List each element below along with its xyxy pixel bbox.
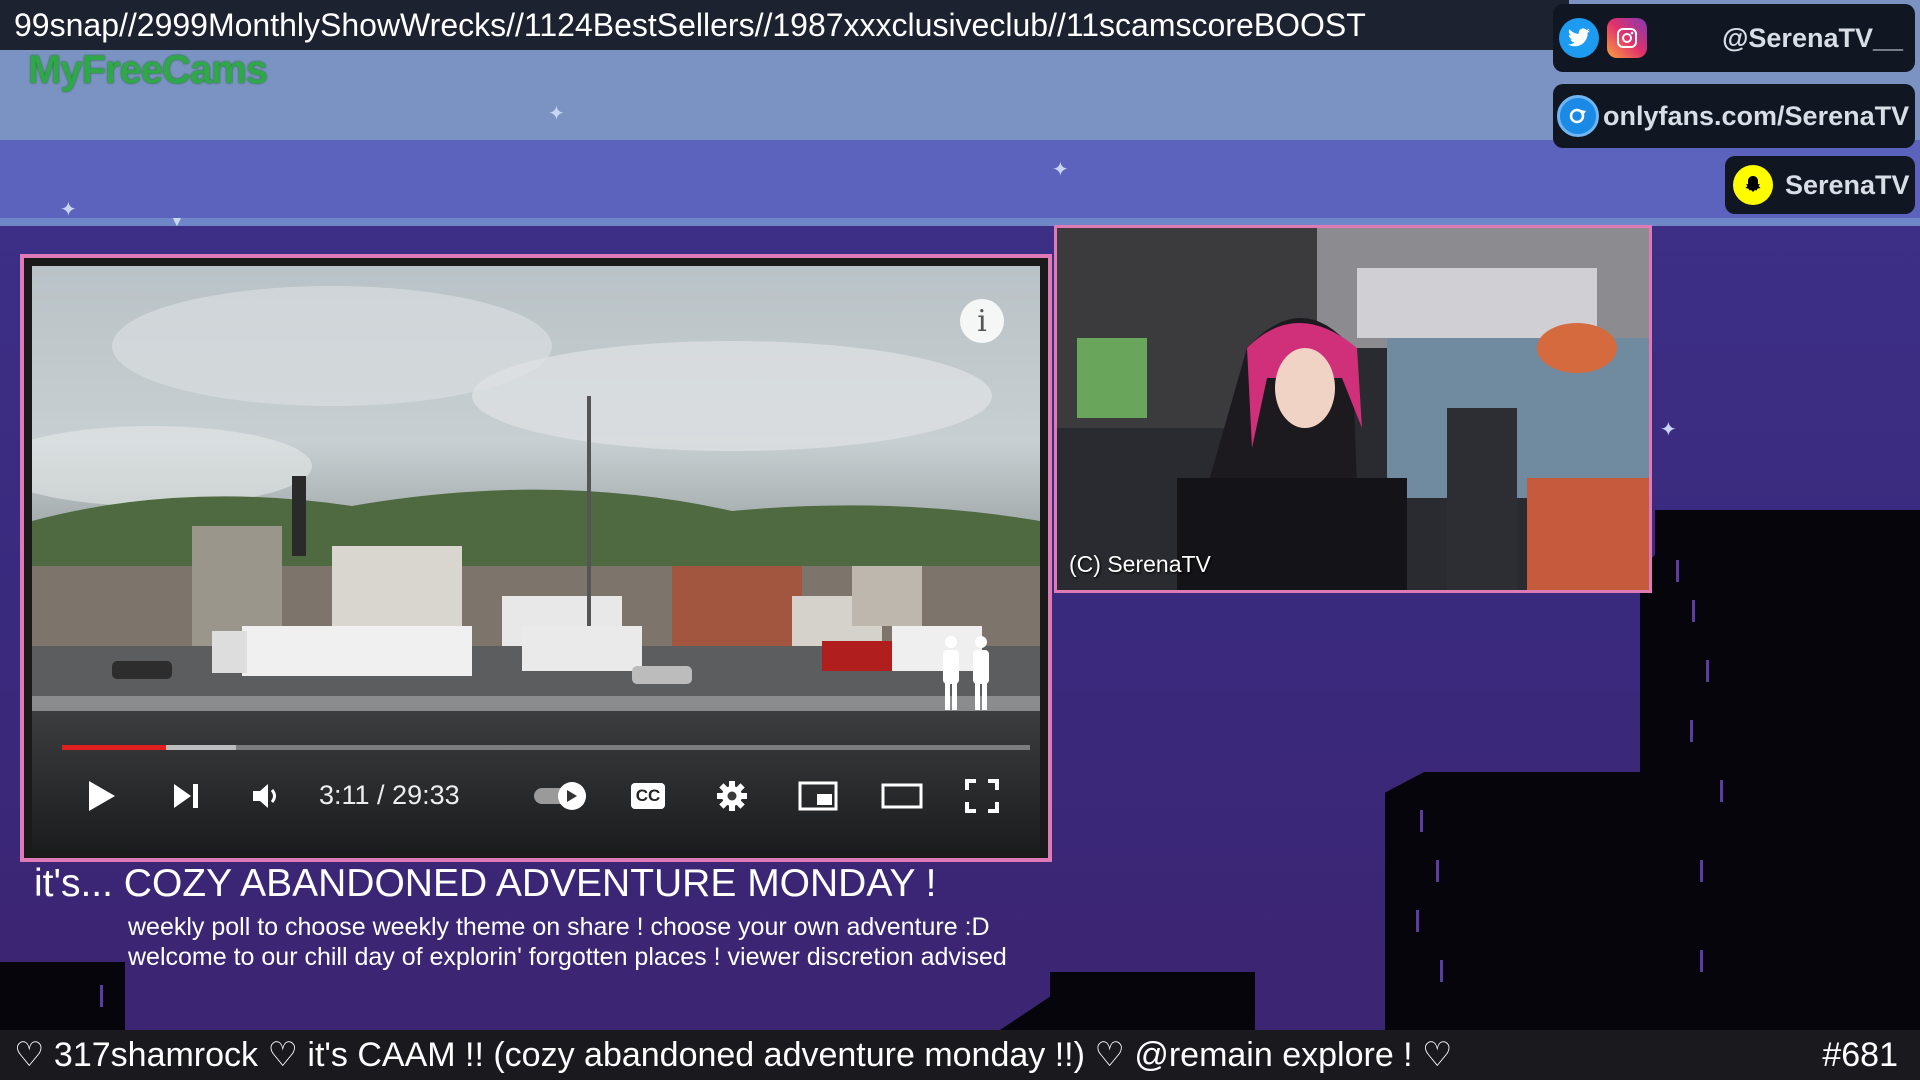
building-window [1436,860,1439,882]
brand-logo: MyFreeCams [28,48,268,92]
building-window [100,985,103,1007]
stream-subtitle-line-2: welcome to our chill day of explorin' fo… [128,943,1007,971]
info-button[interactable]: i [960,299,1004,343]
building-silhouette [1655,510,1920,1030]
fullscreen-icon [965,779,999,813]
building-window [1690,720,1693,742]
stream-title: it's... COZY ABANDONED ADVENTURE MONDAY … [34,862,937,905]
time-display: 3:11 / 29:33 [319,780,460,810]
seek-bar-played [62,745,166,750]
episode-counter: #681 [1822,1036,1898,1074]
building-silhouette [1385,772,1665,1030]
bottom-ticker-message: ♡ 317shamrock ♡ it's CAAM !! (cozy aband… [14,1036,1453,1074]
star-decoration: ✦ [60,199,77,221]
webcam-scene [1057,228,1649,590]
settings-button[interactable] [712,776,752,816]
info-icon: i [977,303,987,339]
miniplayer-icon [798,781,838,811]
building-window [1692,600,1695,622]
social-pill-snapchat: SerenaTV [1725,156,1915,214]
seek-bar[interactable] [62,745,1030,750]
volume-icon [253,784,276,808]
toggle-knob [558,782,586,810]
instagram-icon [1607,18,1647,58]
social-snapchat-handle: SerenaTV [1785,169,1910,200]
next-button[interactable] [166,776,206,816]
social-pill-onlyfans: onlyfans.com/SerenaTV [1553,84,1915,148]
settings-icon [717,781,747,811]
top-ticker: 99snap//2999MonthlyShowWrecks//1124BestS… [0,0,1569,50]
theater-mode-button[interactable] [880,776,924,816]
video-frame[interactable]: i 3:11 / 29:33 CC [32,266,1040,851]
building-window [1440,960,1443,982]
cc-icon: CC [631,783,665,809]
next-icon [174,784,198,808]
fullscreen-button[interactable] [962,776,1002,816]
building-window [1720,780,1723,802]
volume-button[interactable] [247,776,287,816]
top-ticker-text: 99snap//2999MonthlyShowWrecks//1124BestS… [14,7,1366,43]
webcam-watermark: (C) SerenaTV [1069,551,1211,577]
building-window [1706,660,1709,682]
theater-icon [881,783,923,809]
building-silhouette [1050,972,1255,1030]
building-silhouette [0,962,125,1030]
social-twitter-handle: @SerenaTV__ [1722,22,1903,53]
play-button[interactable] [82,776,122,816]
star-decoration: ✦ [548,103,565,125]
snapchat-icon [1733,165,1773,205]
play-icon [89,781,115,811]
play-small-icon [567,790,577,802]
building-window [1416,910,1419,932]
stream-subtitle-line-1: weekly poll to choose weekly theme on sh… [128,913,990,941]
building-window [1700,950,1703,972]
building-silhouette [1000,990,1060,1030]
onlyfans-icon [1557,95,1599,137]
building-window [1700,860,1703,882]
autoplay-toggle[interactable] [532,780,592,812]
building-window [1420,810,1423,832]
bottom-ticker: ♡ 317shamrock ♡ it's CAAM !! (cozy aband… [0,1030,1920,1080]
video-player[interactable]: i 3:11 / 29:33 CC [20,254,1052,862]
star-decoration: ▼ [170,213,184,229]
star-decoration: ✦ [1660,419,1677,441]
star-decoration: ✦ [1052,159,1069,181]
channel-watermark-icon [943,636,989,710]
webcam-feed: (C) SerenaTV [1054,225,1652,593]
twitter-icon [1559,18,1599,58]
miniplayer-button[interactable] [796,776,840,816]
social-pill-twitter-instagram: @SerenaTV__ [1553,4,1915,72]
social-onlyfans-link: onlyfans.com/SerenaTV [1603,100,1910,131]
building-window [1676,560,1679,582]
captions-button[interactable]: CC [628,780,668,812]
